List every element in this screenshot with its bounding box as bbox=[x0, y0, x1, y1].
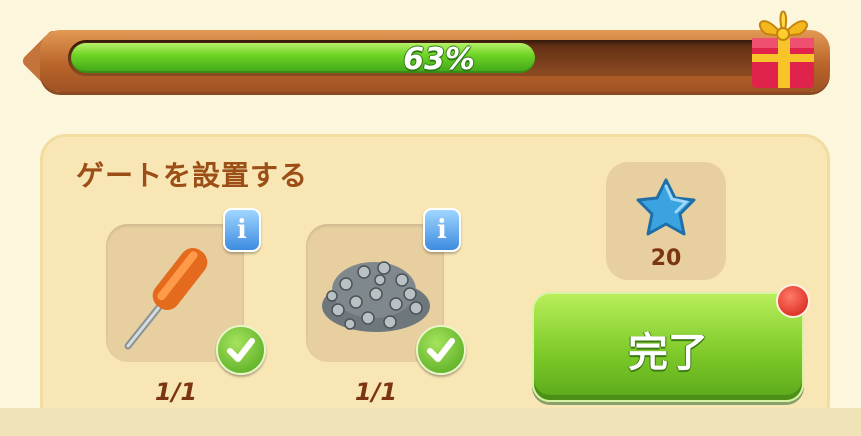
progress-track: 63% bbox=[68, 40, 810, 77]
item-count-screws: 1/1 bbox=[354, 378, 398, 406]
info-button-screws[interactable]: i bbox=[423, 208, 461, 252]
reward-value: 20 bbox=[650, 246, 682, 271]
progress-bar: 63% bbox=[40, 30, 830, 92]
complete-button[interactable]: 完了 bbox=[532, 292, 804, 402]
check-icon-screwdriver bbox=[216, 325, 266, 375]
complete-button-label: 完了 bbox=[628, 330, 708, 376]
gift-box-icon[interactable] bbox=[744, 0, 822, 92]
task-title: ゲートを設置する bbox=[76, 159, 309, 192]
item-count-screwdriver: 1/1 bbox=[154, 378, 198, 406]
reward-box: 20 bbox=[606, 162, 726, 280]
info-button-screwdriver[interactable]: i bbox=[223, 208, 261, 252]
check-icon-screws bbox=[416, 325, 466, 375]
blue-star-icon bbox=[636, 178, 696, 236]
bottom-strip bbox=[0, 408, 861, 436]
notification-dot bbox=[776, 284, 810, 318]
progress-percent: 63% bbox=[403, 42, 475, 77]
